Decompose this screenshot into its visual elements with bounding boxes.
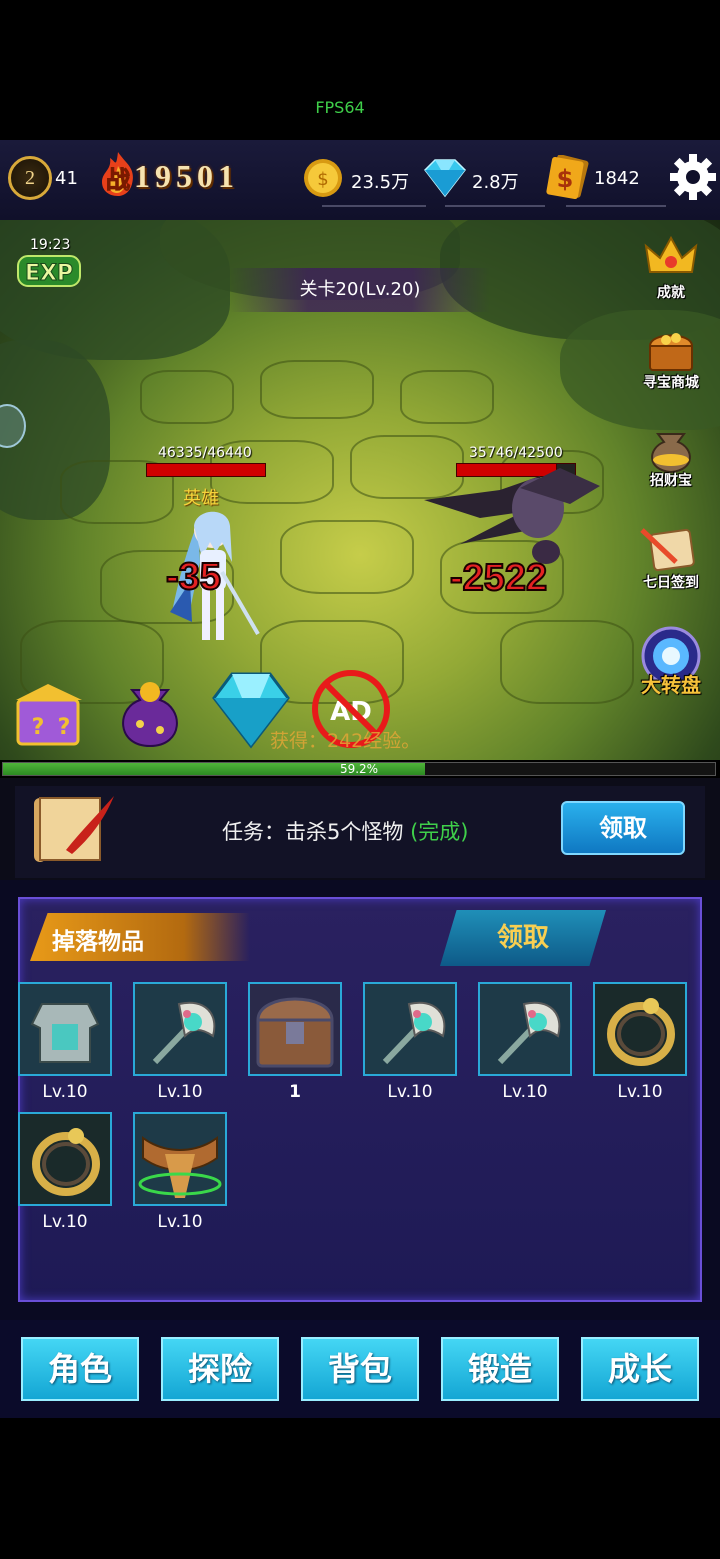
enemy-damage-number: -2522 <box>449 556 548 600</box>
money-bag-icon <box>651 433 691 474</box>
ring-icon <box>595 984 685 1078</box>
exp-boost-icon[interactable]: EXP <box>16 250 82 290</box>
exp-label: EXP <box>25 261 73 286</box>
lucky-wheel-label: 大转盘 <box>641 673 701 697</box>
player-level-badge[interactable]: 2 <box>8 156 52 200</box>
treasure-shop-button[interactable]: 寻宝商城 <box>636 322 706 392</box>
seven-day-signin-button[interactable]: 七日签到 <box>636 522 706 592</box>
enemy-hp-text: 35746/42500 <box>469 445 563 461</box>
chest-icon <box>250 984 340 1078</box>
quest-scroll-icon <box>34 796 114 862</box>
fps-counter: FPS64 <box>315 98 365 117</box>
drop-slot[interactable] <box>248 982 342 1076</box>
scroll-icon <box>640 528 695 572</box>
hero-damage-number: -35 <box>165 555 222 599</box>
gold-amount: 23.5万 <box>351 172 410 193</box>
axe-icon <box>135 984 225 1078</box>
hero-hp-text: 46335/46440 <box>158 445 252 461</box>
drops-claim-button[interactable]: 领取 <box>440 910 606 966</box>
gold-coin-icon[interactable]: $ <box>303 158 343 198</box>
nav-character[interactable]: 角色 <box>21 1337 139 1401</box>
drop-slot-label: Lv.10 <box>157 1082 203 1102</box>
treasure-chest-icon <box>648 333 694 371</box>
axe-icon <box>365 984 455 1078</box>
nav-adventure[interactable]: 探险 <box>161 1337 279 1401</box>
diamond-underline <box>445 205 545 207</box>
drops-title: 掉落物品 <box>52 929 144 955</box>
lucky-wheel-button[interactable]: 大转盘 <box>632 624 710 697</box>
crown-icon <box>644 235 698 273</box>
belt-icon <box>135 1114 225 1208</box>
quest-claim-button[interactable]: 领取 <box>561 801 685 855</box>
drop-slot-label: Lv.10 <box>617 1082 663 1102</box>
drop-slot-label: 1 <box>289 1082 301 1102</box>
card-amount: 1842 <box>594 168 640 189</box>
drops-title-ribbon: 掉落物品 <box>30 913 250 961</box>
exp-progress-bar: 59.2% <box>2 762 716 776</box>
drop-slot[interactable] <box>478 982 572 1076</box>
axe-icon <box>480 984 570 1078</box>
hero-hp-bar <box>146 463 266 477</box>
drop-slot-label: Lv.10 <box>42 1212 88 1232</box>
drop-slot[interactable] <box>18 982 112 1076</box>
drop-slot-label: Lv.10 <box>42 1082 88 1102</box>
quest-objective: 任务：击杀5个怪物 <box>222 820 404 844</box>
nav-forge[interactable]: 锻造 <box>441 1337 559 1401</box>
svg-text:?: ? <box>58 715 71 740</box>
treasure-shop-label: 寻宝商城 <box>643 375 699 391</box>
exp-gain-message: 获得：242经验。 <box>270 730 421 752</box>
quest-description: 任务：击杀5个怪物 (完成) <box>222 816 468 846</box>
achievement-label: 成就 <box>657 285 685 301</box>
exp-progress-label: 59.2% <box>339 762 379 776</box>
svg-text:?: ? <box>32 715 45 740</box>
nav-growth[interactable]: 成长 <box>581 1337 699 1401</box>
drop-slot[interactable] <box>593 982 687 1076</box>
drop-slot-label: Lv.10 <box>502 1082 548 1102</box>
achievement-button[interactable]: 成就 <box>636 232 706 302</box>
diamond-amount: 2.8万 <box>472 172 519 193</box>
dollar-card-icon[interactable]: $ <box>543 155 593 199</box>
ring-icon <box>20 1114 110 1208</box>
diamond-icon[interactable] <box>421 158 469 198</box>
mystery-box-icon[interactable]: ? ? <box>8 670 90 750</box>
player-sub-level: 41 <box>55 168 78 189</box>
svg-text:$: $ <box>317 169 328 190</box>
settings-gear-icon[interactable] <box>668 152 718 202</box>
stage-banner: 关卡20(Lv.20) <box>230 268 490 312</box>
enemy-monster[interactable] <box>420 468 620 568</box>
seven-day-signin-label: 七日签到 <box>643 575 699 591</box>
drop-slot-label: Lv.10 <box>387 1082 433 1102</box>
svg-text:$: $ <box>557 165 574 193</box>
combat-power-value: 19501 <box>134 158 239 194</box>
nav-bag[interactable]: 背包 <box>301 1337 419 1401</box>
fortune-label: 招财宝 <box>650 473 692 489</box>
drop-slot[interactable] <box>18 1112 112 1206</box>
drop-slot[interactable] <box>133 1112 227 1206</box>
fortune-button[interactable]: 招财宝 <box>636 420 706 490</box>
drop-slot-label: Lv.10 <box>157 1212 203 1232</box>
card-underline <box>566 205 666 207</box>
drop-slot[interactable] <box>133 982 227 1076</box>
lucky-bag-icon[interactable] <box>112 672 188 750</box>
quest-status: (完成) <box>410 820 469 844</box>
armor-icon <box>20 984 110 1078</box>
drop-slot[interactable] <box>363 982 457 1076</box>
power-prefix: 战 <box>106 166 130 194</box>
gold-underline <box>322 205 426 207</box>
